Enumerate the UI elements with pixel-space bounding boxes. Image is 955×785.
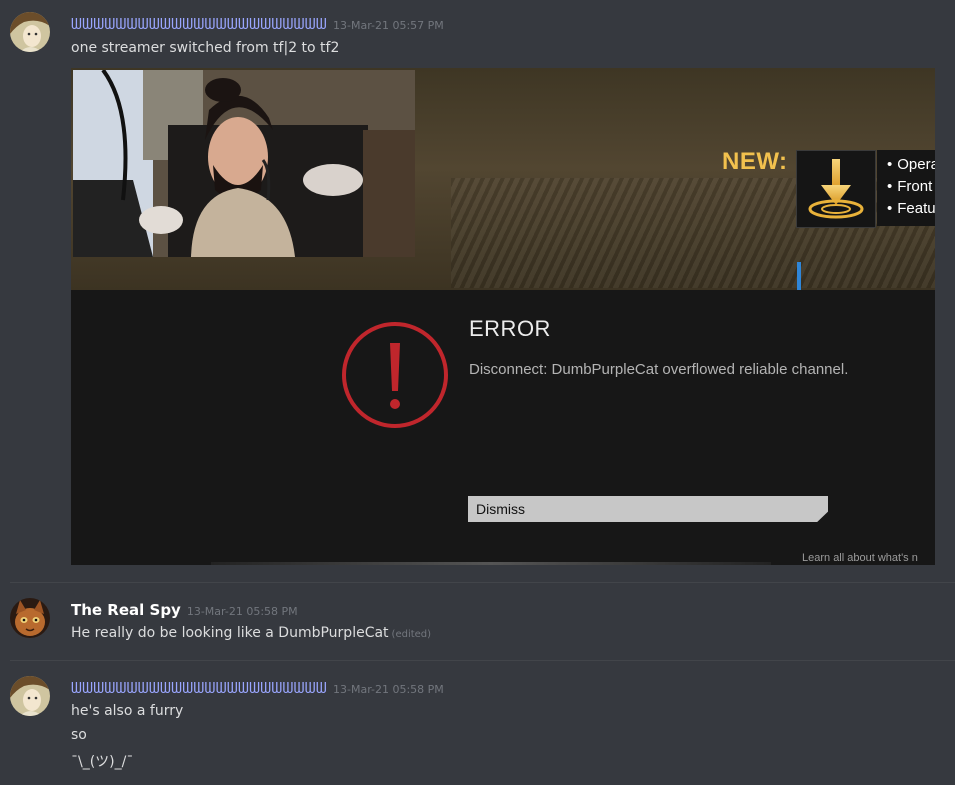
avatar[interactable] <box>10 598 50 638</box>
message: The Real Spy 13-Mar-21 05:58 PM He really… <box>0 583 955 660</box>
message-text: one streamer switched from tf|2 to tf2 <box>71 40 340 56</box>
message-line: He really do be looking like a DumbPurpl… <box>71 625 431 641</box>
new-feature-item: Featu <box>877 198 935 220</box>
error-title: ERROR <box>469 316 551 341</box>
dismiss-button[interactable]: Dismiss <box>468 496 828 522</box>
avatar[interactable] <box>10 676 50 716</box>
message-text: he's also a furry <box>71 703 184 719</box>
username[interactable]: ᗯᗯᗯᗯᗯᗯᗯᗯᗯᗯᗯᗯᗯᗯᗯᗯᗯᗯᗯᗯᗯᗯᗯ <box>71 15 327 33</box>
username[interactable]: ᗯᗯᗯᗯᗯᗯᗯᗯᗯᗯᗯᗯᗯᗯᗯᗯᗯᗯᗯᗯᗯᗯᗯ <box>71 679 327 697</box>
message: ᗯᗯᗯᗯᗯᗯᗯᗯᗯᗯᗯᗯᗯᗯᗯᗯᗯᗯᗯᗯᗯᗯᗯ 13-Mar-21 05:58 P… <box>0 661 955 785</box>
embedded-image[interactable]: NEW: Opera Front <box>71 68 935 565</box>
message: ᗯᗯᗯᗯᗯᗯᗯᗯᗯᗯᗯᗯᗯᗯᗯᗯᗯᗯᗯᗯᗯᗯᗯ 13-Mar-21 05:57 P… <box>0 0 955 580</box>
avatar[interactable] <box>10 12 50 52</box>
hud-accent-bar <box>797 262 801 290</box>
username[interactable]: The Real Spy <box>71 601 181 619</box>
message-text: ¯\_(ツ)_/¯ <box>71 754 134 770</box>
error-message: Disconnect: DumbPurpleCat overflowed rel… <box>469 361 849 378</box>
bottom-strip <box>211 562 771 565</box>
new-label: NEW: <box>722 148 788 175</box>
edited-indicator: (edited) <box>391 629 432 640</box>
chat-log: ᗯᗯᗯᗯᗯᗯᗯᗯᗯᗯᗯᗯᗯᗯᗯᗯᗯᗯᗯᗯᗯᗯᗯ 13-Mar-21 05:57 P… <box>0 0 955 785</box>
message-text: so <box>71 727 87 743</box>
new-feature-item: Front <box>877 176 935 198</box>
new-feature-item: Opera <box>877 150 935 176</box>
streamer-webcam-image <box>73 70 415 257</box>
footer-link-text: Learn all about what's n <box>802 552 918 564</box>
new-feature-list: Opera Front Featu <box>877 150 935 226</box>
timestamp: 13-Mar-21 05:58 PM <box>186 605 298 618</box>
drop-arrow-icon <box>796 150 876 228</box>
exclamation-circle-icon <box>341 321 449 429</box>
timestamp: 13-Mar-21 05:58 PM <box>333 683 444 696</box>
timestamp: 13-Mar-21 05:57 PM <box>333 19 444 32</box>
message-text: He really do be looking like a DumbPurpl… <box>71 625 389 641</box>
